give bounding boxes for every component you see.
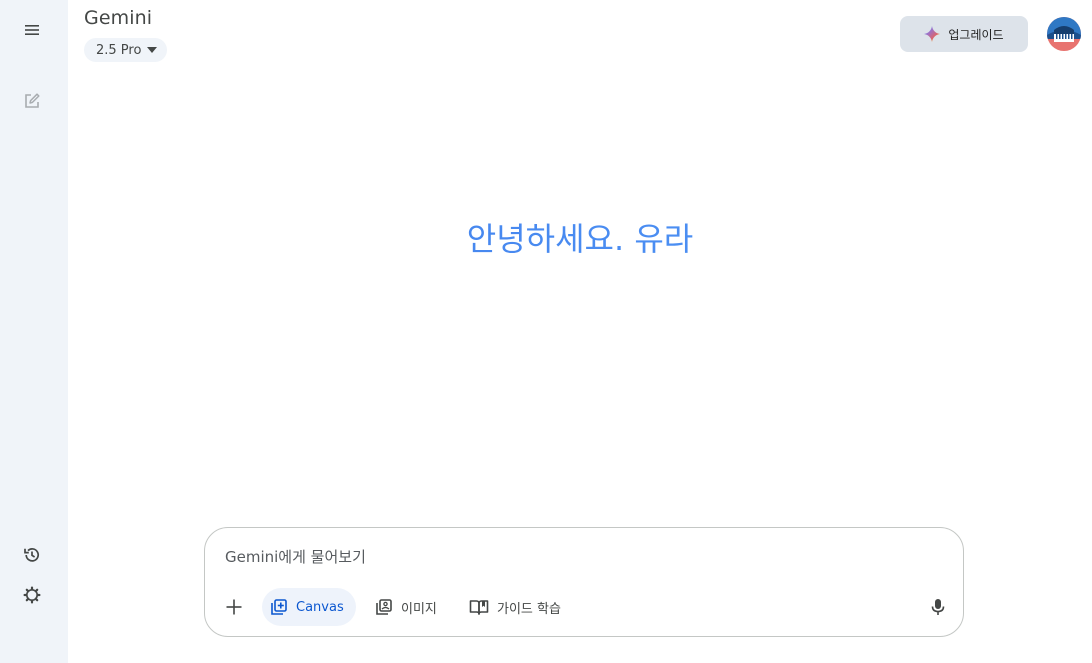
account-avatar[interactable] [1047,17,1081,51]
gemini-sparkle-icon [924,26,941,42]
image-tool-button[interactable]: 이미지 [375,588,437,626]
model-selector[interactable]: 2.5 Pro [84,38,168,62]
prompt-composer: Canvas 이미지 가이드 학습 [204,527,964,637]
open-book-icon [469,600,489,615]
activity-button[interactable] [14,537,50,573]
voice-input-button[interactable] [923,592,953,622]
history-icon [24,548,40,562]
app-title: Gemini [84,7,153,29]
canvas-label: Canvas [296,599,344,615]
model-label: 2.5 Pro [96,42,142,58]
dropdown-arrow-icon [147,47,158,53]
canvas-tool-button[interactable]: Canvas [262,588,356,626]
image-label: 이미지 [401,601,437,617]
add-files-button[interactable] [219,592,249,622]
guided-learning-button[interactable]: 가이드 학습 [469,588,561,626]
greeting-heading: 안녕하세요. 유라 [0,214,1092,260]
microphone-icon [931,599,945,615]
prompt-input[interactable] [225,546,925,568]
menu-icon [25,25,39,35]
guided-learning-label: 가이드 학습 [497,601,561,617]
canvas-icon [271,599,287,615]
settings-button[interactable] [14,577,50,613]
image-gallery-icon [376,599,392,615]
upgrade-label: 업그레이드 [948,27,1004,42]
main-menu-button[interactable] [14,12,50,48]
new-chat-button[interactable] [14,83,50,119]
sidebar [0,0,68,663]
gemini-app: Gemini 2.5 Pro 업그레이드 안녕하세요. 유라 Gemini에게 … [0,0,1092,663]
new-chat-icon [25,93,40,108]
plus-icon [226,599,242,615]
upgrade-button[interactable]: 업그레이드 [900,16,1028,52]
settings-icon [23,586,41,604]
avatar-image [1047,17,1081,51]
